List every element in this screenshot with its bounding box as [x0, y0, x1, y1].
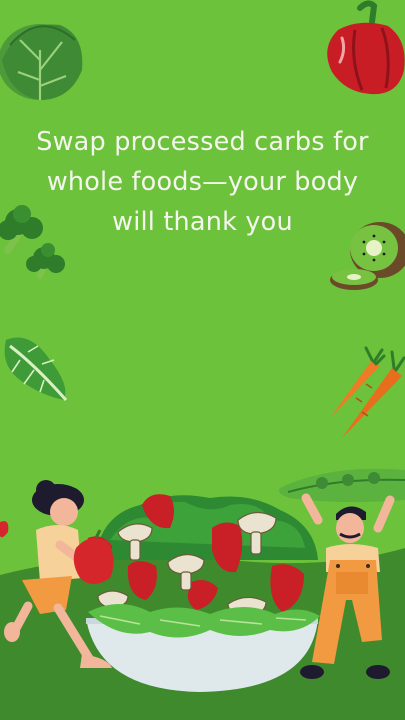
- tomato-slice-icon: [0, 521, 9, 538]
- poster: Swap processed carbs for whole foods—you…: [0, 0, 405, 720]
- salad-bowl: [83, 494, 320, 692]
- foreground-art: [0, 468, 405, 692]
